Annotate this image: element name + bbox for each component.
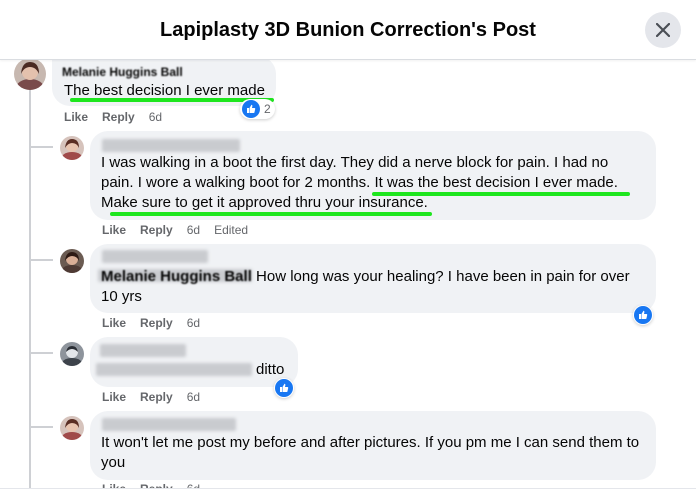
comment-text-line: you — [101, 454, 126, 471]
composer-divider — [0, 488, 696, 494]
reaction-summary[interactable]: 2 — [240, 99, 275, 119]
reaction-summary[interactable] — [633, 305, 653, 325]
comment-author-redacted[interactable] — [102, 418, 236, 431]
comment-timestamp[interactable]: 6d — [187, 390, 200, 404]
comment-text-line: It won't let me post my before and after… — [101, 434, 640, 451]
comment-text-line: 10 yrs — [101, 288, 142, 305]
comment-actions: Like Reply 6d Edited — [102, 223, 262, 237]
avatar[interactable] — [60, 342, 84, 366]
avatar[interactable] — [14, 58, 46, 90]
thread-connector — [31, 426, 53, 428]
comment-bubble: Melanie Huggins Ball How long was your h… — [90, 244, 656, 313]
comment-text-line: I was walking in a boot the first day. T… — [101, 154, 609, 171]
like-icon — [634, 306, 652, 324]
comment-author-redacted[interactable] — [100, 344, 186, 357]
dialog-title: Lapiplasty 3D Bunion Correction's Post — [160, 19, 536, 41]
edited-label[interactable]: Edited — [214, 223, 248, 237]
comment-actions: Like Reply 6d — [102, 390, 214, 404]
like-button[interactable]: Like — [102, 316, 126, 330]
close-icon — [656, 23, 670, 37]
comment-author[interactable]: Melanie Huggins Ball — [62, 65, 183, 79]
comment-text-segment: How long was your healing? I have been i… — [256, 268, 630, 285]
post-dialog-header: Lapiplasty 3D Bunion Correction's Post — [0, 0, 696, 60]
comment-bubble: ditto — [90, 337, 298, 387]
thread-connector — [31, 146, 53, 148]
comment-author-redacted[interactable] — [102, 139, 240, 152]
comment-bubble: I was walking in a boot the first day. T… — [90, 131, 656, 220]
mention-redacted[interactable] — [96, 363, 252, 376]
like-icon — [275, 379, 293, 397]
comment-text-line: Melanie Huggins Ball How long was your h… — [101, 267, 630, 287]
comment-text: ditto — [256, 361, 285, 378]
comment-actions: Like Reply 6d — [102, 316, 214, 330]
avatar[interactable] — [60, 249, 84, 273]
reply-button[interactable]: Reply — [102, 110, 135, 124]
avatar[interactable] — [60, 136, 84, 160]
reply-button[interactable]: Reply — [140, 223, 173, 237]
like-button[interactable]: Like — [102, 223, 126, 237]
comment-bubble: It won't let me post my before and after… — [90, 411, 656, 480]
comment-text-segment: It was the best decision I ever made. — [374, 174, 618, 191]
reaction-summary[interactable] — [274, 378, 294, 398]
highlight-underline — [372, 192, 630, 196]
avatar[interactable] — [60, 416, 84, 440]
reply-button[interactable]: Reply — [140, 316, 173, 330]
highlight-underline — [110, 212, 432, 216]
thread-connector — [31, 259, 53, 261]
reply-button[interactable]: Reply — [140, 390, 173, 404]
comment-text-segment: pain. I wore a walking boot for 2 months… — [101, 174, 371, 191]
like-icon — [242, 100, 260, 118]
comment-timestamp[interactable]: 6d — [187, 316, 200, 330]
comment-actions: Like Reply 6d — [64, 110, 176, 124]
comment-text-line: Make sure to get it approved thru your i… — [101, 194, 428, 211]
comment-timestamp[interactable]: 6d — [149, 110, 162, 124]
reaction-count: 2 — [264, 102, 271, 116]
comment-author-redacted[interactable] — [102, 250, 208, 263]
thread-line — [29, 90, 31, 490]
thread-connector — [31, 352, 53, 354]
like-button[interactable]: Like — [102, 390, 126, 404]
close-button[interactable] — [645, 12, 681, 48]
mention-name[interactable]: Melanie Huggins Ball — [101, 268, 252, 285]
comment-text-line: pain. I wore a walking boot for 2 months… — [101, 173, 618, 193]
comment-timestamp[interactable]: 6d — [187, 223, 200, 237]
like-button[interactable]: Like — [64, 110, 88, 124]
